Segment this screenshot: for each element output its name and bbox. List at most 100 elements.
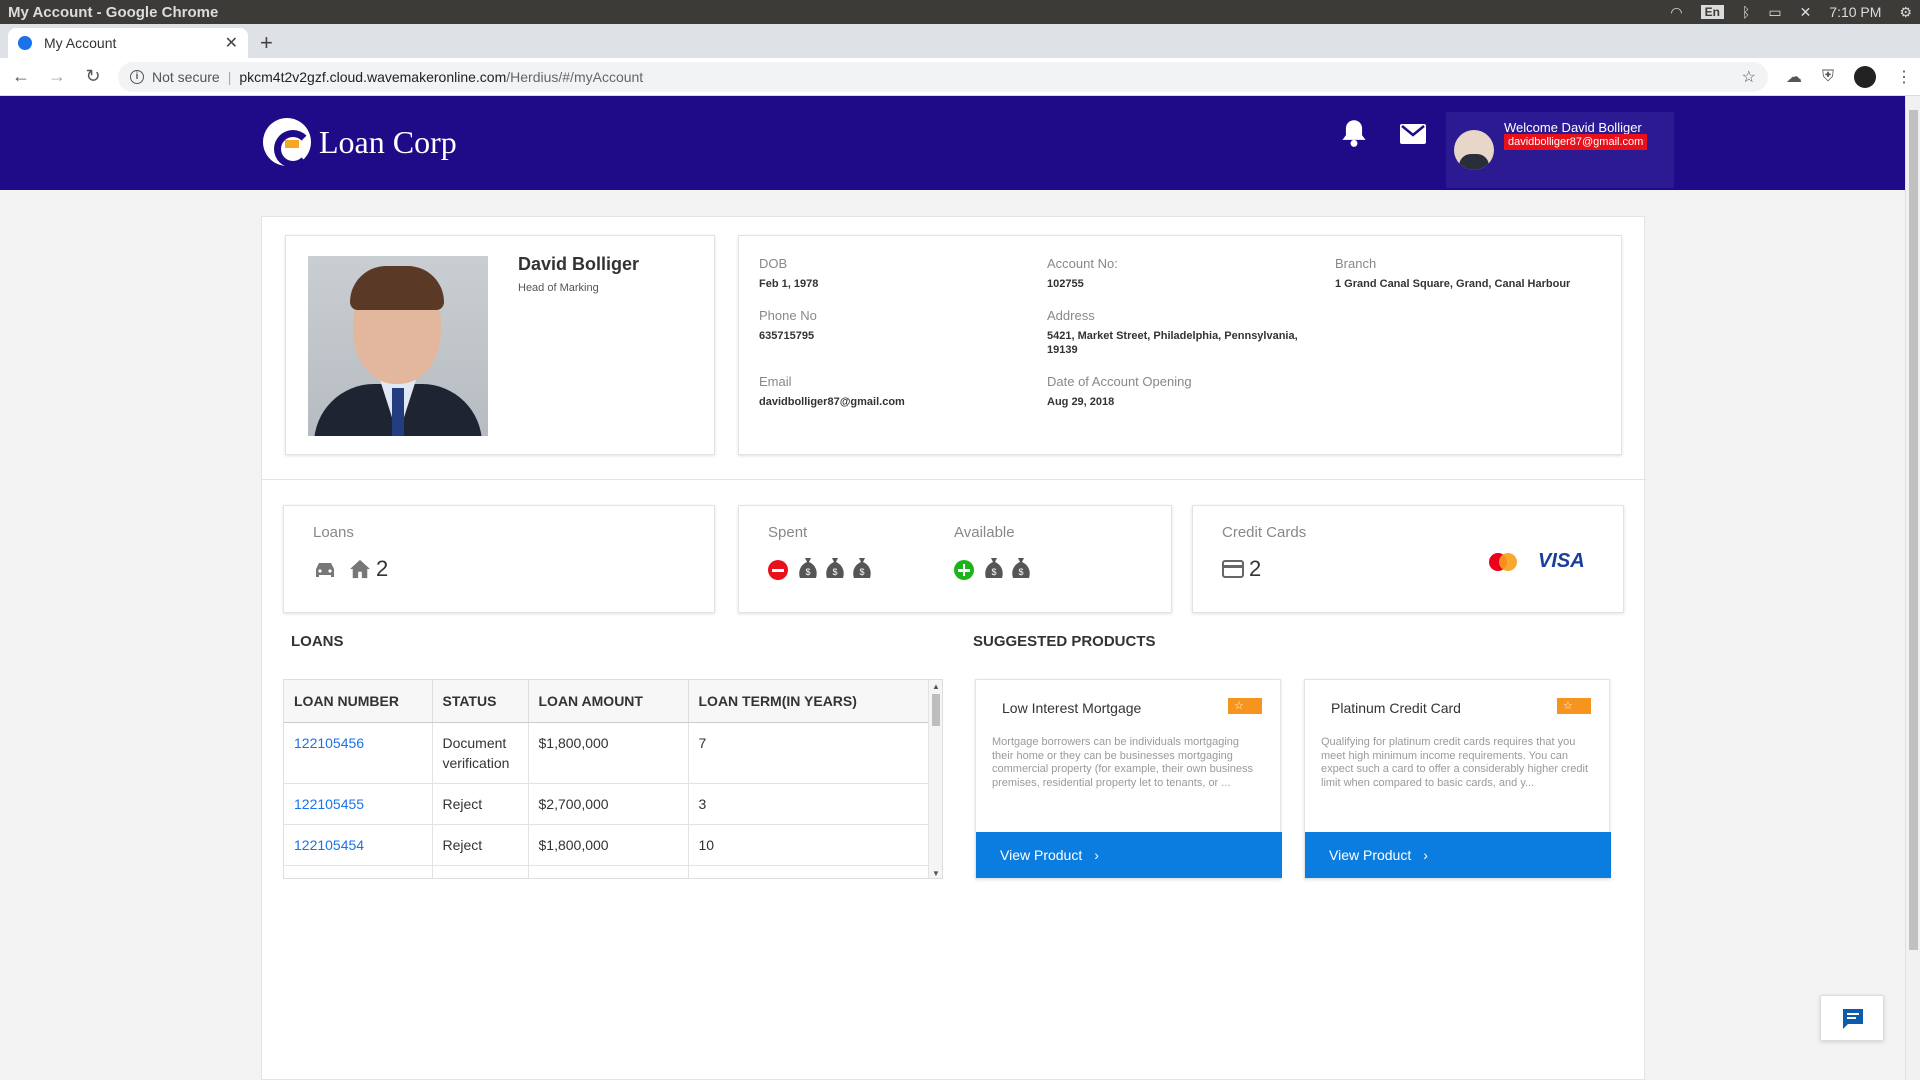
loans-stat-card[interactable]: Loans 2 xyxy=(283,505,715,613)
chrome-menu-icon[interactable]: ⋮ xyxy=(1896,67,1912,87)
email-field: Email davidbolliger87@gmail.com xyxy=(759,374,905,409)
balance-stat-card: Spent $ $ $ Available $ $ xyxy=(738,505,1172,613)
product-card: Platinum Credit Card ☆ Qualifying for pl… xyxy=(1304,679,1611,879)
loan-term: 3 xyxy=(688,783,930,825)
address-bar[interactable]: i Not secure | pkcm4t2v2gzf.cloud.wavema… xyxy=(118,61,1768,92)
opening-date-label: Date of Account Opening xyxy=(1047,374,1192,389)
clock[interactable]: 7:10 PM xyxy=(1829,4,1881,20)
bluetooth-icon[interactable]: ᛒ xyxy=(1742,4,1750,20)
account-label: Account No: xyxy=(1047,256,1118,271)
account-value: 102755 xyxy=(1047,278,1084,290)
loan-number-link[interactable]: 122105455 xyxy=(284,783,433,825)
bookmark-star-icon[interactable]: ☆ xyxy=(1742,67,1756,87)
loans-table-scrollbar[interactable]: ▲ ▼ xyxy=(928,680,942,878)
view-product-button[interactable]: View Product › xyxy=(1305,832,1611,878)
address-label: Address xyxy=(1047,308,1095,323)
tab-close-icon[interactable]: ✕ xyxy=(225,33,238,53)
branch-value: 1 Grand Canal Square, Grand, Canal Harbo… xyxy=(1335,278,1571,290)
chat-icon xyxy=(1843,1009,1863,1029)
product-name: Platinum Credit Card xyxy=(1331,700,1461,716)
volume-muted-icon[interactable]: ✕ xyxy=(1800,4,1812,21)
user-avatar xyxy=(1454,130,1494,170)
credit-cards-label: Credit Cards xyxy=(1222,524,1307,541)
col-status[interactable]: STATUS xyxy=(432,680,529,723)
svg-text:$: $ xyxy=(859,567,864,577)
table-row: 122105454 Reject $1,800,000 10 xyxy=(284,824,930,866)
loan-amount: $1,800,000 xyxy=(528,722,689,784)
col-loan-amount[interactable]: LOAN AMOUNT xyxy=(528,680,689,723)
profile-avatar-icon[interactable] xyxy=(1854,65,1877,88)
opening-date-field: Date of Account Opening Aug 29, 2018 xyxy=(1047,374,1192,409)
system-tray: ◠ En ᛒ ▭ ✕ 7:10 PM ⚙ xyxy=(1670,4,1912,21)
new-tab-button[interactable]: + xyxy=(260,30,273,56)
mail-icon[interactable] xyxy=(1400,124,1426,144)
extension-shield-icon[interactable]: ⛨ xyxy=(1822,68,1834,86)
svg-text:$: $ xyxy=(805,567,810,577)
car-icon xyxy=(316,563,334,577)
phone-label: Phone No xyxy=(759,308,817,323)
user-menu[interactable]: Welcome David Bolliger davidbolliger87@g… xyxy=(1446,112,1674,188)
extension-cloud-icon[interactable]: ☁ xyxy=(1786,67,1802,87)
loan-term: 7 xyxy=(688,722,930,784)
address-field: Address 5421, Market Street, Philadelphi… xyxy=(1047,308,1298,357)
money-bag-icon: $ xyxy=(853,558,871,578)
profile-photo xyxy=(308,256,488,436)
credit-cards-stat-card[interactable]: Credit Cards 2 VISA xyxy=(1192,505,1624,613)
money-bag-icon: $ xyxy=(826,558,844,578)
suggested-products-title: SUGGESTED PRODUCTS xyxy=(973,633,1156,650)
chevron-right-icon: › xyxy=(1094,847,1099,863)
money-bag-icon: $ xyxy=(1012,558,1030,578)
favicon-icon xyxy=(18,36,32,50)
loan-number-link[interactable]: 122105456 xyxy=(284,722,433,784)
page-scroll-thumb[interactable] xyxy=(1909,110,1918,950)
scroll-thumb[interactable] xyxy=(932,694,940,726)
available-plus-icon xyxy=(954,560,974,580)
loan-corp-logo[interactable]: Loan Corp xyxy=(263,118,457,168)
dob-label: DOB xyxy=(759,256,788,271)
battery-icon[interactable]: ▭ xyxy=(1768,4,1781,21)
credit-cards-count: 2 xyxy=(1249,556,1262,581)
home-icon xyxy=(350,559,370,579)
url-path: /Herdius/#/myAccount xyxy=(506,68,644,85)
product-name: Low Interest Mortgage xyxy=(1002,700,1142,716)
loans-section-title: LOANS xyxy=(291,633,344,650)
table-row: 122105456 Document verification $1,800,0… xyxy=(284,722,930,784)
address-value: 5421, Market Street, Philadelphia, Penns… xyxy=(1047,329,1298,357)
profile-name: David Bolliger xyxy=(518,254,640,274)
view-product-button[interactable]: View Product › xyxy=(976,832,1282,878)
svg-text:$: $ xyxy=(1018,567,1023,577)
notification-bell-icon[interactable] xyxy=(1340,118,1368,148)
window-title: My Account - Google Chrome xyxy=(8,3,219,21)
logo-text: Loan Corp xyxy=(319,123,457,160)
chat-widget-button[interactable] xyxy=(1820,995,1884,1041)
account-field: Account No: 102755 xyxy=(1047,256,1118,291)
browser-tab[interactable]: My Account ✕ xyxy=(8,28,248,58)
section-divider xyxy=(262,479,1646,480)
phone-value: 635715795 xyxy=(759,330,815,342)
page-scrollbar[interactable] xyxy=(1905,96,1920,1080)
spent-label: Spent xyxy=(768,524,808,541)
loan-number-link[interactable]: 122105454 xyxy=(284,824,433,866)
security-label: Not secure xyxy=(152,68,220,85)
tab-title: My Account xyxy=(44,35,117,51)
product-card: Low Interest Mortgage ☆ Mortgage borrowe… xyxy=(975,679,1282,879)
loan-status: Reject xyxy=(432,824,529,866)
app-header: Loan Corp Welcome David Bolliger davidbo… xyxy=(0,96,1905,190)
back-arrow-icon[interactable]: ← xyxy=(6,66,36,87)
site-info-icon[interactable]: i xyxy=(130,69,144,84)
reload-icon[interactable]: ↻ xyxy=(78,66,108,87)
wifi-icon[interactable]: ◠ xyxy=(1670,4,1682,21)
col-loan-number[interactable]: LOAN NUMBER xyxy=(284,680,433,723)
col-loan-term[interactable]: LOAN TERM(IN YEARS) xyxy=(688,680,930,723)
profile-role: Head of Marking xyxy=(518,282,599,294)
scroll-up-arrow-icon[interactable]: ▲ xyxy=(932,682,940,691)
keyboard-language[interactable]: En xyxy=(1700,5,1724,19)
browser-tab-strip: My Account ✕ + xyxy=(0,24,1920,58)
loan-status: Reject xyxy=(432,783,529,825)
scroll-down-arrow-icon[interactable]: ▼ xyxy=(932,869,940,878)
loans-table: LOAN NUMBER STATUS LOAN AMOUNT LOAN TERM… xyxy=(283,679,943,879)
settings-gear-icon[interactable]: ⚙ xyxy=(1899,4,1912,21)
featured-star-icon: ☆ xyxy=(1228,698,1262,714)
forward-arrow-icon[interactable]: → xyxy=(42,66,72,87)
loan-amount: $2,700,000 xyxy=(528,783,689,825)
